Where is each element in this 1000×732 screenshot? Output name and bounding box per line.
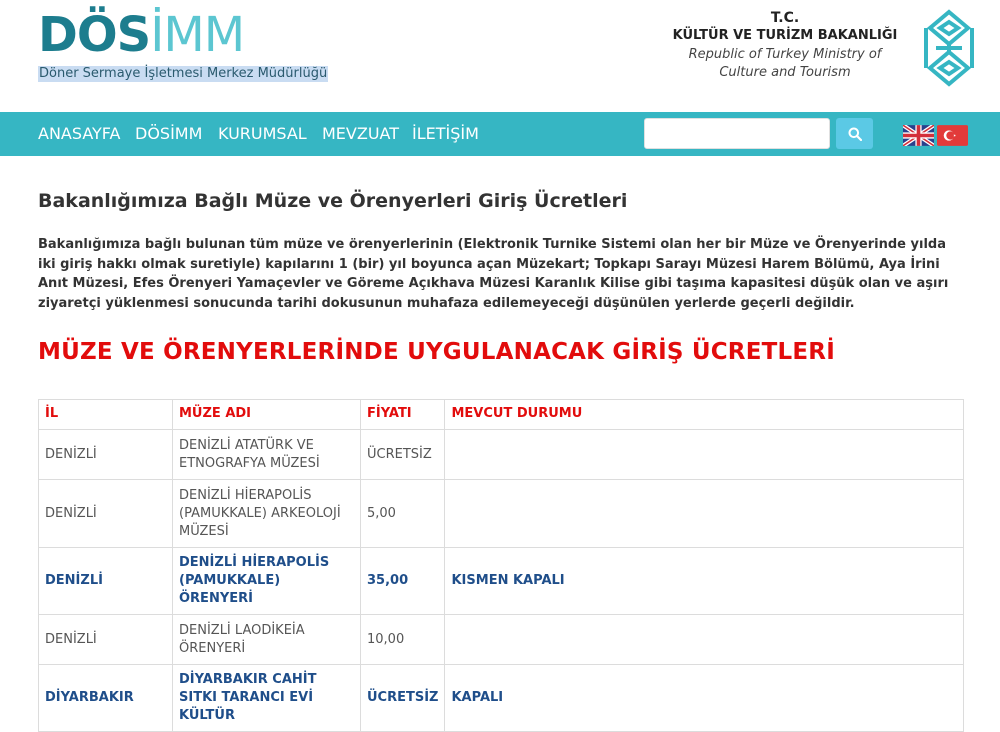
logo-subtitle: Döner Sermaye İşletmesi Merkez Müdürlüğü [38, 66, 329, 82]
turkey-flag-icon[interactable] [937, 125, 968, 146]
cell-durum [444, 479, 964, 548]
search-button[interactable] [836, 118, 873, 149]
ministry-english-line1: Republic of Turkey Ministry of [688, 47, 882, 62]
cell-muze-adi: DENİZLİ HİERAPOLİS (PAMUKKALE) ARKEOLOJİ… [172, 479, 361, 548]
uk-flag-icon[interactable] [903, 125, 934, 146]
cell-fiyati: ÜCRETSİZ [359, 429, 446, 480]
logo-wordmark: DÖSİMM [38, 7, 245, 63]
ministry-block: T.C. KÜLTÜR VE TURİZM BAKANLIĞI Republic… [670, 10, 900, 83]
search-input[interactable] [644, 118, 830, 149]
cell-il: DENİZLİ [38, 479, 173, 548]
cell-fiyati: 10,00 [359, 614, 446, 665]
cell-durum [444, 614, 964, 665]
dosimm-logo[interactable]: DÖSİMM Döner Sermaye İşletmesi Merkez Mü… [38, 7, 329, 82]
table-row-highlighted: DENİZLİ DENİZLİ HİERAPOLİS (PAMUKKALE) Ö… [38, 547, 964, 615]
ministry-english-line2: Culture and Tourism [719, 65, 851, 80]
main-content: Bakanlığımıza Bağlı Müze ve Örenyerleri … [38, 156, 964, 732]
cell-fiyati: 35,00 [359, 547, 446, 615]
cell-il: DENİZLİ [38, 614, 173, 665]
main-nav: ANASAYFA DÖSİMM KURUMSAL MEVZUAT İLETİŞİ… [0, 112, 1000, 156]
cell-muze-adi: DENİZLİ LAODİKEİA ÖRENYERİ [172, 614, 361, 665]
page-title: Bakanlığımıza Bağlı Müze ve Örenyerleri … [38, 190, 628, 212]
nav-item-mevzuat[interactable]: MEVZUAT [322, 124, 399, 144]
fees-table: İL MÜZE ADI FİYATI MEVCUT DURUMU DENİZLİ… [38, 399, 964, 732]
table-header-row: İL MÜZE ADI FİYATI MEVCUT DURUMU [38, 399, 964, 430]
fees-heading: MÜZE VE ÖRENYERLERİNDE UYGULANACAK GİRİŞ… [38, 339, 835, 365]
column-header-mevcut-durumu: MEVCUT DURUMU [444, 399, 964, 430]
search-icon [848, 127, 862, 141]
cell-fiyati: ÜCRETSİZ [359, 664, 446, 732]
cell-durum: KISMEN KAPALI [444, 547, 964, 615]
column-header-il: İL [38, 399, 173, 430]
table-row: DENİZLİ DENİZLİ ATATÜRK VE ETNOGRAFYA MÜ… [38, 429, 964, 480]
cell-durum: KAPALI [444, 664, 964, 732]
ministry-emblem-icon[interactable] [922, 8, 976, 88]
nav-item-anasayfa[interactable]: ANASAYFA [38, 124, 120, 144]
ministry-tc: T.C. [770, 10, 800, 26]
cell-fiyati: 5,00 [359, 479, 446, 548]
site-header: DÖSİMM Döner Sermaye İşletmesi Merkez Mü… [0, 0, 1000, 112]
table-row: DENİZLİ DENİZLİ HİERAPOLİS (PAMUKKALE) A… [38, 479, 964, 548]
intro-paragraph: Bakanlığımıza bağlı bulunan tüm müze ve … [38, 237, 949, 311]
cell-durum [444, 429, 964, 480]
nav-item-kurumsal[interactable]: KURUMSAL [218, 124, 307, 144]
cell-il: DİYARBAKIR [38, 664, 173, 732]
table-row: DENİZLİ DENİZLİ LAODİKEİA ÖRENYERİ 10,00 [38, 614, 964, 665]
cell-il: DENİZLİ [38, 547, 173, 615]
cell-muze-adi: DENİZLİ HİERAPOLİS (PAMUKKALE) ÖRENYERİ [172, 547, 361, 615]
column-header-muze-adi: MÜZE ADI [172, 399, 361, 430]
table-row-highlighted: DİYARBAKIR DİYARBAKIR CAHİT SITKI TARANC… [38, 664, 964, 732]
nav-item-iletisim[interactable]: İLETİŞİM [412, 124, 479, 144]
nav-item-dosimm[interactable]: DÖSİMM [135, 124, 202, 144]
cell-muze-adi: DİYARBAKIR CAHİT SITKI TARANCI EVİ KÜLTÜ… [172, 664, 361, 732]
cell-muze-adi: DENİZLİ ATATÜRK VE ETNOGRAFYA MÜZESİ [172, 429, 361, 480]
ministry-name: KÜLTÜR VE TURİZM BAKANLIĞI [672, 28, 898, 43]
column-header-fiyati: FİYATI [359, 399, 446, 430]
cell-il: DENİZLİ [38, 429, 173, 480]
